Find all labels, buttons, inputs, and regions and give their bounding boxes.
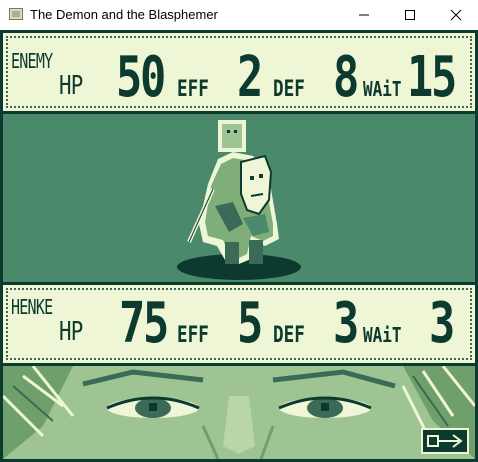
hero-portrait xyxy=(3,366,475,459)
player-wait-value: 3 xyxy=(429,291,455,356)
arrow-right-icon xyxy=(427,434,463,448)
close-button[interactable] xyxy=(432,0,478,30)
enemy-def-label: DEF xyxy=(273,77,305,102)
enemy-name: ENEMY xyxy=(11,49,53,73)
enemy-stats-panel: ENEMY HP 50 EFF 2 DEF 8 WAiT 15 xyxy=(3,33,475,111)
player-eff-value: 5 xyxy=(237,291,263,356)
close-icon xyxy=(450,9,462,21)
enemy-eff-label: EFF xyxy=(177,77,209,102)
enemy-hp-label: HP xyxy=(59,71,83,101)
enemy-eff-value: 2 xyxy=(237,45,263,110)
player-stats-panel: HENKE HP 75 EFF 5 DEF 3 WAiT 3 xyxy=(3,285,475,363)
enemy-sprite xyxy=(177,120,301,280)
next-button[interactable] xyxy=(421,428,469,454)
window-title: The Demon and the Blasphemer xyxy=(30,7,218,22)
enemy-def-value: 8 xyxy=(333,45,359,110)
player-def-label: DEF xyxy=(273,323,305,348)
minimize-icon xyxy=(359,14,369,16)
enemy-wait-label: WAiT xyxy=(363,77,402,101)
player-eff-label: EFF xyxy=(177,323,209,348)
maximize-icon xyxy=(405,10,415,20)
battle-scene xyxy=(3,114,475,282)
player-wait-label: WAiT xyxy=(363,323,402,347)
window-titlebar: The Demon and the Blasphemer xyxy=(0,0,478,30)
app-icon xyxy=(9,8,23,20)
enemy-wait-value: 15 xyxy=(407,45,457,110)
player-hp-label: HP xyxy=(59,317,83,347)
hero-eyes-image xyxy=(3,366,475,459)
maximize-button[interactable] xyxy=(386,0,432,30)
game-screen: ENEMY HP 50 EFF 2 DEF 8 WAiT 15 HENKE HP… xyxy=(0,30,478,462)
player-name: HENKE xyxy=(11,295,53,319)
minimize-button[interactable] xyxy=(340,0,386,30)
enemy-hp-value: 50 xyxy=(116,45,166,110)
player-hp-value: 75 xyxy=(119,291,169,356)
player-def-value: 3 xyxy=(333,291,359,356)
